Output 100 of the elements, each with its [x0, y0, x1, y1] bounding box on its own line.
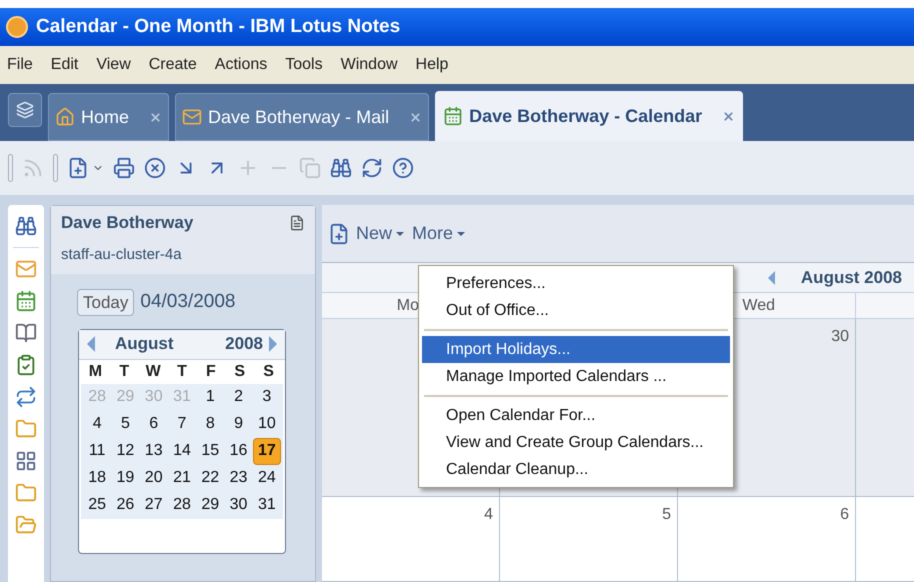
day-number: 30 — [831, 327, 849, 347]
dropdown-button[interactable]: More — [410, 220, 468, 247]
menu-item[interactable]: Import Holidays... — [422, 336, 730, 363]
weekday-label: S — [262, 362, 275, 382]
calendar-icon[interactable] — [15, 290, 37, 312]
calendar-day[interactable]: 7 — [168, 410, 196, 438]
calendar-day[interactable]: 23 — [224, 464, 253, 492]
menu-item[interactable]: Create — [146, 53, 200, 77]
weekday-label: W — [144, 362, 162, 382]
calendar-day[interactable]: 31 — [252, 492, 281, 518]
year-label: 2008 — [225, 333, 263, 356]
menu-item[interactable]: File — [4, 53, 36, 77]
calendar-day[interactable]: 17 — [252, 438, 281, 464]
close-icon[interactable] — [149, 110, 162, 124]
new-document-icon[interactable] — [67, 157, 89, 179]
cancel-icon[interactable] — [144, 157, 166, 179]
envelope-icon — [182, 107, 202, 127]
clipboard-check-icon[interactable] — [15, 354, 37, 376]
tab-label: Dave Botherway - Calendar — [469, 104, 702, 128]
menu-item[interactable]: Actions — [212, 53, 270, 77]
calendar-day[interactable]: 6 — [140, 410, 168, 438]
tab[interactable]: Home — [48, 93, 170, 141]
tab-label: Home — [81, 106, 130, 128]
menu-item[interactable]: View — [93, 53, 134, 77]
calendar-day[interactable]: 22 — [196, 464, 224, 492]
dropdown-button[interactable]: New — [354, 220, 406, 247]
grid-icon[interactable] — [15, 450, 37, 472]
day-number: 4 — [484, 505, 493, 525]
calendar-day[interactable]: 20 — [140, 464, 168, 492]
tab[interactable]: Dave Botherway - Calendar — [435, 91, 744, 141]
calendar-day[interactable]: 29 — [196, 492, 224, 518]
tab-switcher-button[interactable] — [8, 93, 42, 127]
calendar-day[interactable]: 13 — [140, 438, 168, 464]
menu-item[interactable]: Window — [338, 53, 401, 77]
print-icon[interactable] — [113, 157, 135, 179]
next-month-icon[interactable] — [269, 336, 277, 352]
new-document-icon — [328, 222, 350, 244]
help-icon[interactable] — [392, 157, 414, 179]
calendar-day[interactable]: 21 — [168, 464, 196, 492]
sync-icon[interactable] — [15, 386, 37, 408]
refresh-icon[interactable] — [361, 157, 383, 179]
calendar-day[interactable]: 2 — [224, 384, 253, 410]
menu-item[interactable]: Tools — [282, 53, 326, 77]
document-icon[interactable] — [289, 214, 305, 231]
calendar-day[interactable]: 19 — [111, 464, 140, 492]
weekday-label: T — [176, 362, 188, 382]
month-label: August — [115, 333, 174, 356]
day-number: 6 — [840, 505, 849, 525]
calendar-day[interactable]: 28 — [168, 492, 196, 518]
previous-month-icon[interactable] — [768, 270, 775, 284]
toolbar-grip — [8, 154, 13, 182]
menu-item[interactable]: Edit — [48, 53, 82, 77]
envelope-icon[interactable] — [15, 258, 37, 280]
folder-icon[interactable] — [15, 514, 37, 536]
calendar-day[interactable]: 11 — [83, 438, 112, 464]
search-icon[interactable] — [330, 157, 352, 179]
calendar-day[interactable]: 4 — [83, 410, 112, 438]
calendar-day[interactable]: 1 — [196, 384, 224, 410]
weekday-label: T — [118, 362, 130, 382]
day-header: Mo — [396, 296, 419, 316]
window-title: Calendar - One Month - IBM Lotus Notes — [36, 14, 400, 39]
calendar-day[interactable]: 3 — [252, 384, 281, 410]
day-number: 5 — [662, 505, 671, 525]
calendar-day[interactable]: 5 — [111, 410, 140, 438]
calendar-day[interactable]: 12 — [111, 438, 140, 464]
tab[interactable]: Dave Botherway - Mail — [175, 93, 430, 141]
search-icon[interactable] — [15, 215, 37, 237]
calendar-day[interactable]: 26 — [111, 492, 140, 518]
calendar-day[interactable]: 10 — [252, 410, 281, 438]
server-name: staff-au-cluster-4a — [61, 244, 183, 264]
windows-icon — [16, 101, 34, 119]
menu-item[interactable]: Help — [412, 53, 452, 77]
app-logo-icon — [6, 16, 28, 38]
calendar-day[interactable]: 15 — [196, 438, 224, 464]
weekday-label: S — [233, 362, 246, 382]
calendar-day[interactable]: 16 — [224, 438, 253, 464]
day-header: Wed — [742, 296, 775, 316]
period-label: August 2008 — [800, 266, 902, 289]
calendar-day[interactable]: 27 — [140, 492, 168, 518]
calendar-day[interactable]: 25 — [83, 492, 112, 518]
panel-title: Dave Botherway — [61, 212, 194, 234]
weekday-label: F — [204, 362, 217, 382]
folder-icon[interactable] — [15, 418, 37, 440]
weekday-label: M — [88, 362, 104, 382]
calendar-icon — [443, 106, 464, 126]
previous-month-icon[interactable] — [87, 336, 95, 352]
toolbar-grip — [53, 154, 58, 182]
calendar-day[interactable]: 8 — [196, 410, 224, 438]
day-cell[interactable] — [856, 319, 914, 496]
today-button[interactable]: Today — [77, 288, 134, 316]
calendar-day[interactable]: 9 — [224, 410, 253, 438]
calendar-day[interactable]: 18 — [83, 464, 112, 492]
calendar-day[interactable]: 14 — [168, 438, 196, 464]
calendar-day[interactable]: 24 — [252, 464, 281, 492]
tab-label: Dave Botherway - Mail — [208, 106, 390, 129]
folder-icon[interactable] — [15, 482, 37, 504]
calendar-day[interactable]: 30 — [224, 492, 253, 518]
close-icon[interactable] — [722, 110, 736, 122]
menu-item[interactable]: Preferences... — [422, 270, 730, 297]
close-icon[interactable] — [409, 110, 422, 124]
